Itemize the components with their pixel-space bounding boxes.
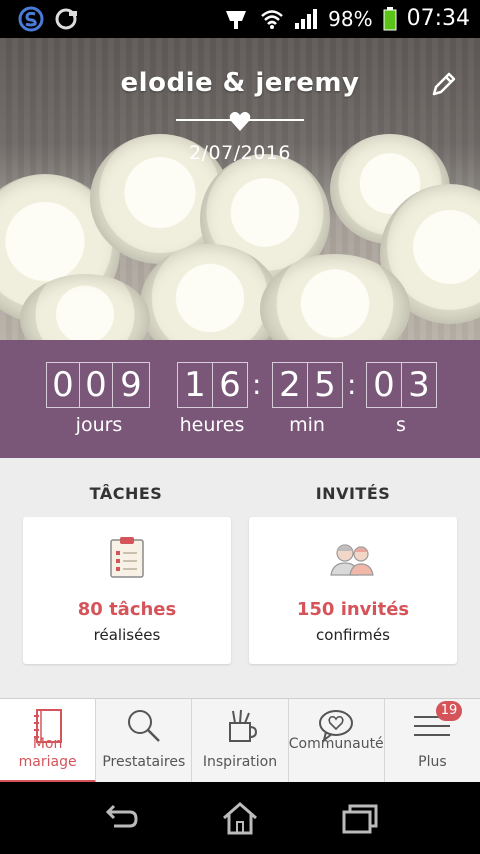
hours-digits: 1 6: [177, 362, 248, 408]
wifi-icon: [261, 9, 283, 29]
home-icon[interactable]: [220, 800, 260, 836]
nav-label: Mon mariage: [18, 736, 77, 770]
hero-banner: elodie & jeremy 2/07/2016: [0, 38, 480, 340]
guests-card[interactable]: 150 invités confirmés: [249, 517, 457, 664]
nav-label: Plus: [418, 754, 447, 770]
wedding-date: 2/07/2016: [189, 142, 291, 164]
digit: 6: [213, 362, 248, 408]
seconds-label: s: [396, 414, 406, 436]
nav-label: Inspiration: [202, 754, 278, 770]
nav-item-plus[interactable]: 19 Plus: [385, 699, 480, 783]
recents-icon[interactable]: [340, 800, 380, 836]
status-bar: 98% 07:34: [0, 0, 480, 38]
nav-item-inspiration[interactable]: Inspiration: [192, 699, 289, 783]
digit: 2: [272, 362, 308, 408]
clock: 07:34: [406, 6, 470, 31]
tasks-card[interactable]: 80 tâches réalisées: [23, 517, 231, 664]
bottom-navigation: Mon mariage Prestataires Inspiration Com…: [0, 698, 480, 783]
heart-icon: [229, 111, 251, 131]
minutes-digits: 2 5: [272, 362, 343, 408]
pencil-cup-icon: [229, 709, 258, 742]
guests-sub: confirmés: [316, 626, 390, 644]
days-label: jours: [75, 414, 123, 436]
roses-image: [0, 134, 480, 340]
pencil-icon[interactable]: [430, 70, 458, 98]
battery-percentage: 98%: [328, 6, 373, 31]
countdown-panel: 0 0 9 1 6 : 2 5 : 0 3 jours heures min s: [0, 340, 480, 458]
colon: :: [252, 368, 262, 401]
usb-icon: [226, 10, 247, 29]
notification-badge: 19: [436, 701, 463, 721]
digit: 9: [113, 362, 150, 408]
guests-count: 150 invités: [296, 599, 410, 620]
clipboard-icon: [110, 537, 144, 578]
days-digits: 0 0 9: [46, 362, 150, 408]
tasks-count: 80 tâches: [77, 599, 177, 620]
nav-label: Communauté: [288, 736, 384, 752]
search-icon: [127, 710, 160, 742]
colon: :: [347, 368, 357, 401]
signal-icon: [295, 8, 318, 29]
nav-label: Prestataires: [102, 754, 186, 770]
digit: 3: [402, 362, 437, 408]
battery-icon: [383, 6, 397, 30]
nav-item-mon-mariage[interactable]: Mon mariage: [0, 699, 97, 783]
app-s-icon: [18, 6, 44, 32]
hours-label: heures: [179, 414, 245, 436]
tasks-sub: réalisées: [93, 626, 161, 644]
tasks-title: TÂCHES: [89, 484, 163, 503]
nav-item-prestataires[interactable]: Prestataires: [96, 699, 193, 783]
seconds-digits: 0 3: [366, 362, 437, 408]
back-icon[interactable]: [100, 800, 140, 836]
minutes-label: min: [289, 414, 325, 436]
system-navigation: [0, 782, 480, 854]
digit: 1: [177, 362, 213, 408]
digit: 0: [80, 362, 113, 408]
guests-title: INVITÉS: [315, 484, 391, 503]
nav-item-communaute[interactable]: Communauté: [289, 699, 385, 783]
digit: 0: [46, 362, 80, 408]
digit: 0: [366, 362, 402, 408]
sd-icon: [55, 8, 77, 30]
digit: 5: [308, 362, 343, 408]
guests-icon: [330, 544, 374, 576]
couple-names: elodie & jeremy: [120, 68, 360, 98]
